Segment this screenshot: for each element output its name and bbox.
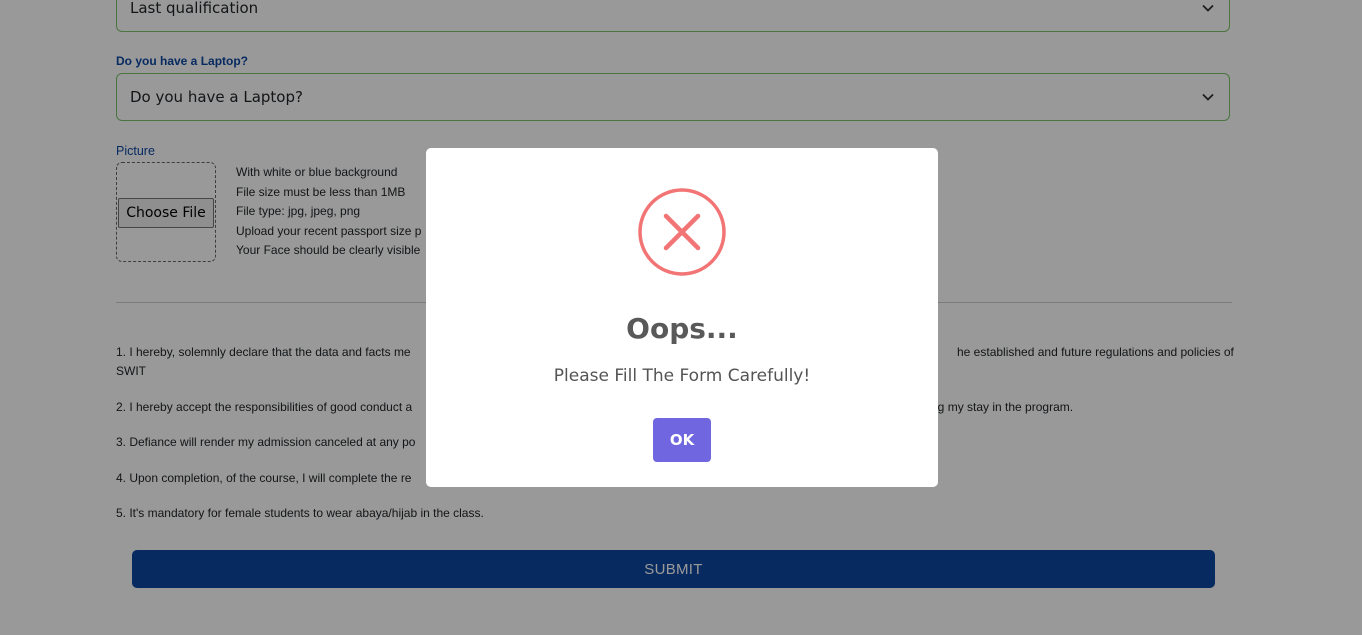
- dialog-title: Oops...: [626, 312, 738, 345]
- dialog-message: Please Fill The Form Carefully!: [553, 366, 811, 386]
- ok-button[interactable]: OK: [653, 418, 711, 462]
- error-x-icon: [638, 188, 726, 276]
- error-dialog: Oops... Please Fill The Form Carefully! …: [426, 148, 938, 487]
